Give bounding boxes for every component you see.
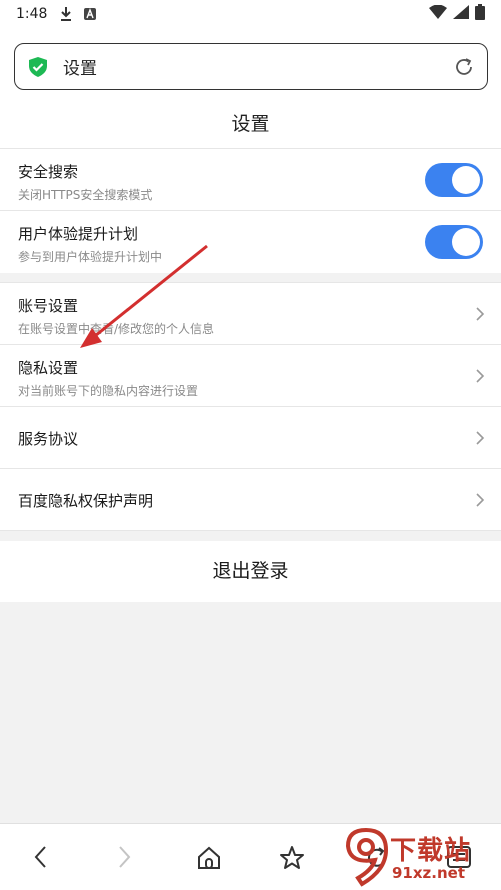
signal-icon	[453, 5, 469, 23]
chevron-right-icon	[475, 368, 485, 384]
security-shield-icon	[27, 56, 49, 78]
safe-search-toggle[interactable]	[425, 162, 483, 197]
address-text: 设置	[63, 59, 97, 79]
status-bar: 1:48	[0, 0, 501, 28]
battery-icon	[475, 4, 485, 24]
setting-title: 隐私设置	[18, 359, 79, 377]
toggle-knob	[452, 228, 480, 256]
status-time: 1:48	[16, 6, 48, 22]
setting-privacy[interactable]: 隐私设置 对当前账号下的隐私内容进行设置	[0, 344, 501, 406]
setting-subtitle: 对当前账号下的隐私内容进行设置	[18, 384, 199, 398]
setting-service-agreement[interactable]: 服务协议	[0, 406, 501, 468]
watermark-url: 91xz.net	[392, 864, 466, 882]
wifi-icon	[429, 4, 447, 23]
setting-safe-search[interactable]: 安全搜索 关闭HTTPS安全搜索模式	[0, 148, 501, 210]
toggle-knob	[452, 165, 480, 194]
watermark-logo-icon	[342, 826, 390, 890]
address-bar-container: 设置	[0, 28, 501, 104]
reload-icon[interactable]	[453, 56, 475, 78]
watermark: 下载站 91xz.net	[340, 826, 501, 890]
download-icon	[59, 6, 73, 22]
chevron-right-icon	[475, 430, 485, 446]
chevron-right-icon	[475, 492, 485, 508]
setting-subtitle: 在账号设置中查看/修改您的个人信息	[18, 322, 215, 336]
back-icon[interactable]	[31, 844, 51, 870]
address-bar[interactable]: 设置	[14, 43, 488, 90]
user-experience-toggle[interactable]	[425, 225, 483, 259]
setting-account[interactable]: 账号设置 在账号设置中查看/修改您的个人信息	[0, 282, 501, 344]
page-title: 设置	[0, 104, 501, 148]
setting-title: 百度隐私权保护声明	[18, 492, 154, 510]
setting-title: 账号设置	[18, 297, 79, 315]
status-right	[429, 4, 485, 24]
setting-title: 服务协议	[18, 430, 79, 448]
app-notification-icon	[83, 7, 97, 21]
chevron-right-icon	[475, 306, 485, 322]
forward-icon[interactable]	[114, 844, 134, 870]
bookmark-star-icon[interactable]	[278, 844, 306, 872]
setting-privacy-statement[interactable]: 百度隐私权保护声明	[0, 468, 501, 531]
home-icon[interactable]	[195, 844, 223, 872]
setting-user-experience[interactable]: 用户体验提升计划 参与到用户体验提升计划中	[0, 210, 501, 273]
watermark-brand: 下载站	[390, 836, 472, 866]
logout-button[interactable]: 退出登录	[0, 541, 501, 602]
